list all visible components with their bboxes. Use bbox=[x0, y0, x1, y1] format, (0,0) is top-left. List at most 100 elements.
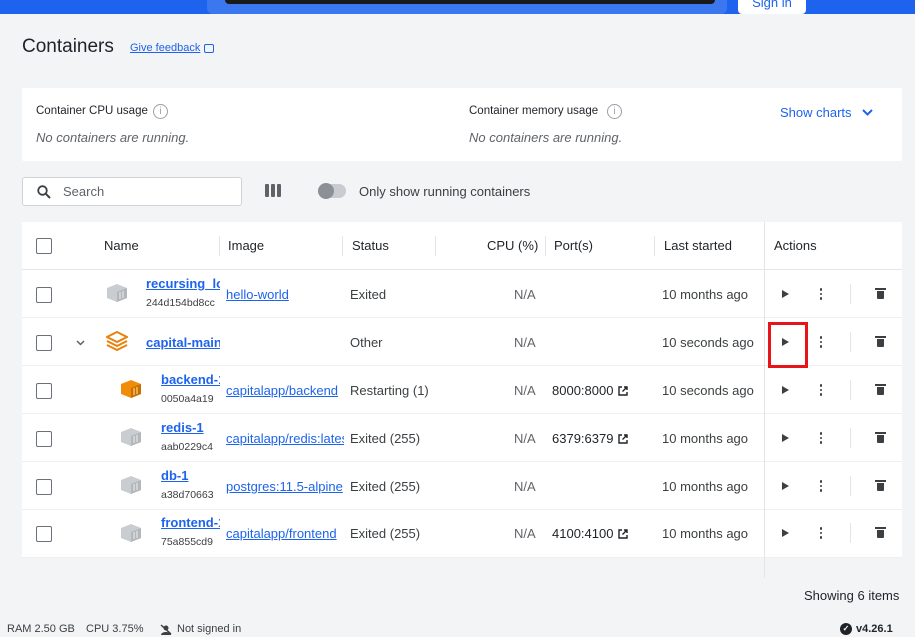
image-link[interactable]: capitalapp/backend bbox=[226, 383, 344, 398]
status-text: Restarting (1) bbox=[350, 383, 429, 398]
delete-icon[interactable] bbox=[875, 336, 886, 347]
check-icon: ✓ bbox=[840, 623, 852, 635]
container-id: 244d154bd8cc bbox=[146, 297, 215, 309]
delete-icon[interactable] bbox=[875, 288, 886, 299]
column-last-started[interactable]: Last started bbox=[664, 238, 732, 253]
column-image[interactable]: Image bbox=[228, 238, 264, 253]
more-options-icon[interactable] bbox=[819, 288, 823, 300]
column-name[interactable]: Name bbox=[104, 238, 139, 253]
row-checkbox[interactable] bbox=[36, 479, 52, 495]
container-gray-icon bbox=[107, 284, 127, 302]
delete-icon[interactable] bbox=[875, 384, 886, 395]
external-link-icon bbox=[618, 528, 629, 539]
port-link[interactable]: 4100:4100 bbox=[552, 526, 629, 541]
delete-icon[interactable] bbox=[875, 432, 886, 443]
container-name-link[interactable]: capital-main bbox=[146, 335, 220, 350]
status-text: Exited bbox=[350, 287, 387, 302]
table-row[interactable]: db-1 a38d70663 postgres:11.5-alpine Exit… bbox=[22, 462, 902, 510]
signed-in-label: Not signed in bbox=[177, 623, 242, 635]
start-icon[interactable] bbox=[782, 386, 789, 394]
more-options-icon[interactable] bbox=[819, 384, 823, 396]
last-started: 10 months ago bbox=[662, 479, 749, 494]
container-name-link[interactable]: frontend-1 bbox=[161, 515, 220, 530]
cpu-value: N/A bbox=[514, 335, 536, 350]
containers-table: Name Image Status CPU (%) Port(s) Last s… bbox=[22, 222, 902, 558]
status-text: Exited (255) bbox=[350, 479, 421, 494]
image-link[interactable]: hello-world bbox=[226, 287, 344, 302]
column-status[interactable]: Status bbox=[352, 238, 389, 253]
search-icon bbox=[37, 184, 51, 199]
give-feedback-label: Give feedback bbox=[130, 42, 201, 54]
memory-usage-label: Container memory usage bbox=[469, 105, 599, 117]
last-started: 10 seconds ago bbox=[662, 383, 754, 398]
start-icon[interactable] bbox=[782, 529, 789, 537]
version-badge[interactable]: ✓ v4.26.1 bbox=[840, 623, 893, 635]
container-gray-icon bbox=[121, 428, 141, 446]
container-id: 75a855cd9 bbox=[161, 536, 213, 548]
delete-icon[interactable] bbox=[875, 480, 886, 491]
table-row[interactable]: recursing_lo 244d154bd8cc hello-world Ex… bbox=[22, 270, 902, 318]
running-only-toggle[interactable] bbox=[318, 183, 346, 199]
info-icon[interactable]: i bbox=[153, 104, 168, 119]
container-name-link[interactable]: recursing_lo bbox=[146, 276, 220, 291]
status-text: Exited (255) bbox=[350, 526, 421, 541]
actions-column-divider bbox=[764, 558, 765, 578]
columns-icon[interactable] bbox=[265, 184, 281, 197]
more-options-icon[interactable] bbox=[819, 480, 823, 492]
status-bar: RAM 2.50 GB CPU 3.75% Not signed in ✓ v4… bbox=[0, 620, 915, 637]
show-charts-button[interactable]: Show charts bbox=[780, 105, 873, 120]
image-link[interactable]: capitalapp/frontend bbox=[226, 526, 344, 541]
container-name-link[interactable]: redis-1 bbox=[161, 420, 220, 435]
container-name-link[interactable]: backend-1 bbox=[161, 372, 220, 387]
column-ports[interactable]: Port(s) bbox=[554, 238, 593, 253]
image-link[interactable]: postgres:11.5-alpine bbox=[226, 479, 344, 494]
port-link[interactable]: 6379:6379 bbox=[552, 431, 629, 446]
port-link[interactable]: 8000:8000 bbox=[552, 383, 629, 398]
sign-in-button[interactable]: Sign in bbox=[738, 0, 806, 14]
info-icon[interactable]: i bbox=[607, 104, 622, 119]
row-checkbox[interactable] bbox=[36, 526, 52, 542]
row-checkbox[interactable] bbox=[36, 335, 52, 351]
signed-out-icon bbox=[160, 623, 172, 635]
select-all-checkbox[interactable] bbox=[36, 238, 52, 254]
start-button-highlight bbox=[768, 322, 808, 368]
table-header: Name Image Status CPU (%) Port(s) Last s… bbox=[22, 222, 902, 270]
memory-usage-empty: No containers are running. bbox=[469, 130, 623, 145]
signed-in-status[interactable]: Not signed in bbox=[160, 623, 241, 635]
container-id: aab0229c4 bbox=[161, 441, 213, 453]
cpu-value: N/A bbox=[514, 526, 536, 541]
top-bar: Sign in bbox=[0, 0, 915, 14]
show-charts-label: Show charts bbox=[780, 105, 852, 120]
more-options-icon[interactable] bbox=[819, 527, 823, 539]
cpu-value: N/A bbox=[514, 383, 536, 398]
stack-orange-icon bbox=[106, 331, 128, 351]
status-text: Other bbox=[350, 335, 383, 350]
usage-panel: Container CPU usage i No containers are … bbox=[22, 88, 902, 161]
table-row[interactable]: frontend-1 75a855cd9 capitalapp/frontend… bbox=[22, 510, 902, 558]
more-options-icon[interactable] bbox=[819, 336, 823, 348]
start-icon[interactable] bbox=[782, 482, 789, 490]
expand-chevron-icon[interactable] bbox=[76, 340, 85, 346]
row-checkbox[interactable] bbox=[36, 431, 52, 447]
global-search-bar[interactable] bbox=[207, 0, 727, 14]
start-icon[interactable] bbox=[782, 290, 789, 298]
container-orange-icon bbox=[121, 380, 141, 398]
more-options-icon[interactable] bbox=[819, 432, 823, 444]
version-label: v4.26.1 bbox=[856, 623, 893, 635]
start-icon[interactable] bbox=[782, 434, 789, 442]
give-feedback-link[interactable]: Give feedback bbox=[130, 42, 215, 54]
column-cpu[interactable]: CPU (%) bbox=[487, 238, 538, 253]
cpu-usage: CPU 3.75% bbox=[86, 623, 144, 635]
chevron-down-icon bbox=[861, 109, 873, 116]
row-checkbox[interactable] bbox=[36, 287, 52, 303]
table-row[interactable]: backend-1 0050a4a19 capitalapp/backend R… bbox=[22, 366, 902, 414]
image-link[interactable]: capitalapp/redis:latest bbox=[226, 431, 344, 446]
search-input[interactable]: Search bbox=[22, 177, 242, 206]
last-started: 10 months ago bbox=[662, 431, 749, 446]
ram-usage: RAM 2.50 GB bbox=[7, 623, 75, 635]
delete-icon[interactable] bbox=[875, 527, 886, 538]
row-checkbox[interactable] bbox=[36, 383, 52, 399]
cpu-value: N/A bbox=[514, 431, 536, 446]
container-name-link[interactable]: db-1 bbox=[161, 468, 220, 483]
table-row[interactable]: redis-1 aab0229c4 capitalapp/redis:lates… bbox=[22, 414, 902, 462]
